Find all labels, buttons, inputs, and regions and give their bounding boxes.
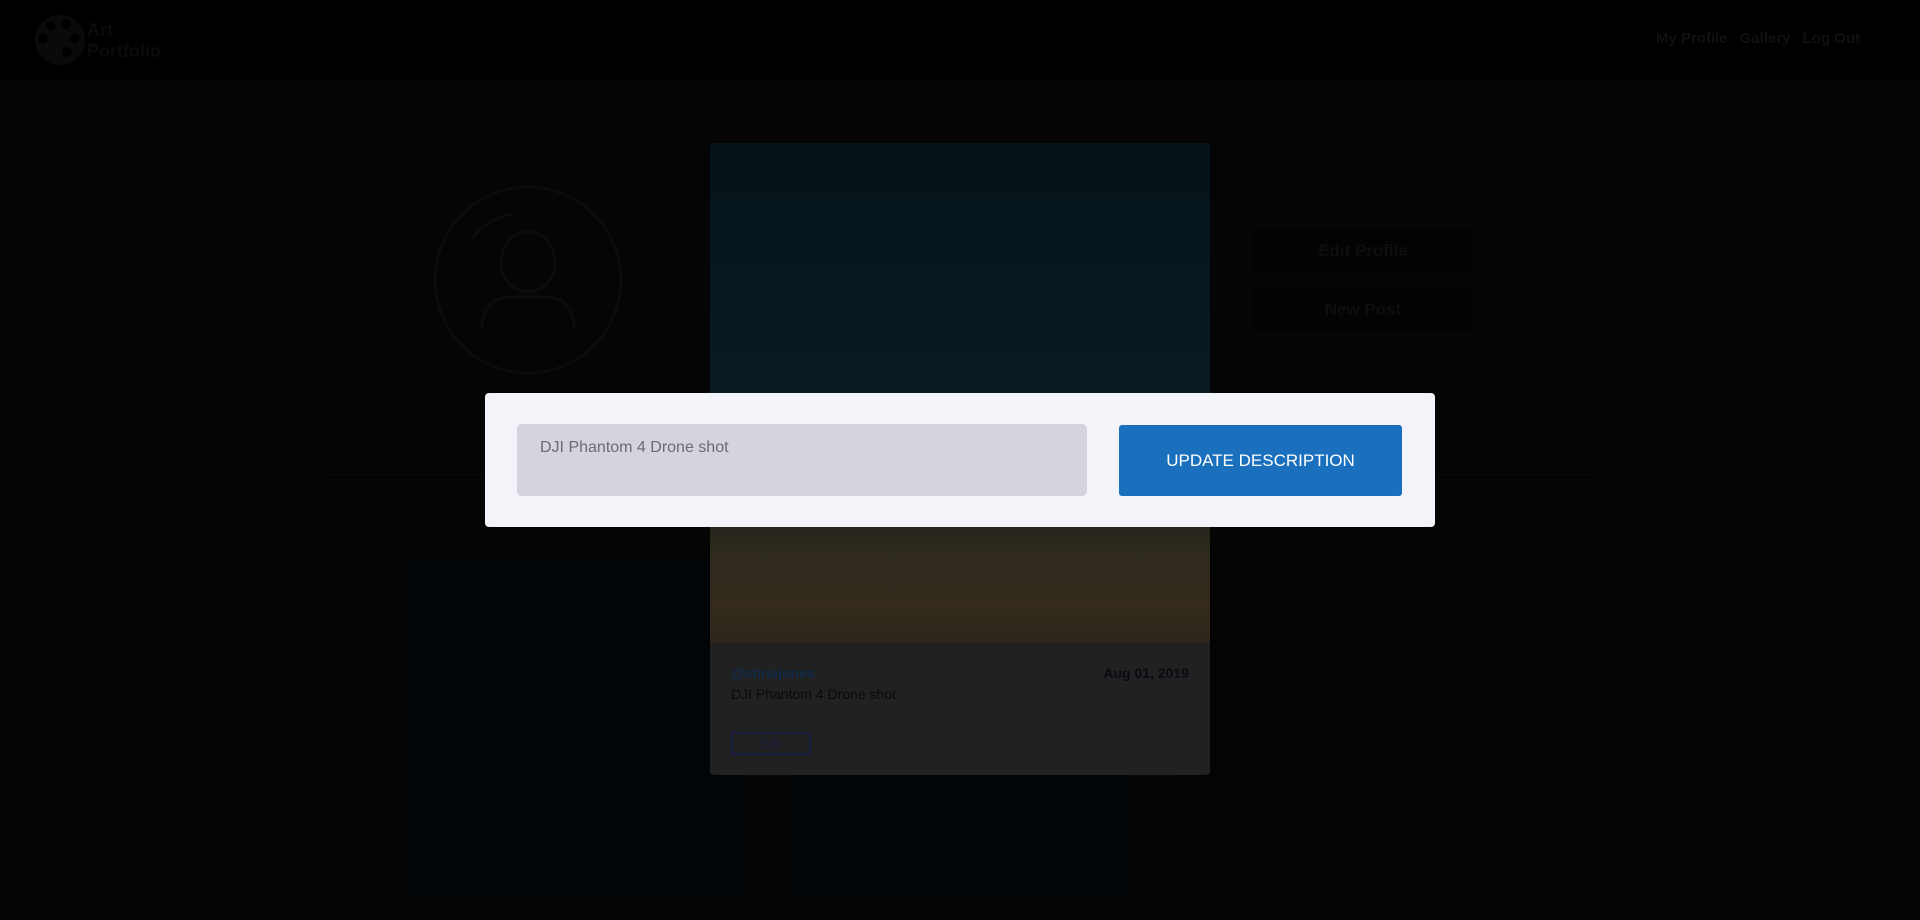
description-input[interactable] <box>517 424 1087 496</box>
edit-profile-button[interactable]: Edit Profile <box>1253 229 1473 273</box>
gallery-thumbnail[interactable] <box>1176 561 1512 895</box>
post-description: DJI Phantom 4 Drone shot <box>731 686 896 702</box>
palette-logo-icon[interactable] <box>34 14 86 66</box>
update-description-button[interactable]: UPDATE DESCRIPTION <box>1119 425 1402 496</box>
nav-gallery[interactable]: Gallery <box>1740 30 1791 47</box>
edit-description-modal: UPDATE DESCRIPTION <box>485 393 1435 527</box>
new-post-button[interactable]: New Post <box>1253 288 1473 332</box>
nav-log-out[interactable]: Log Out <box>1803 30 1860 47</box>
post-username[interactable]: @chrisjones <box>731 665 815 681</box>
nav: My Profile Gallery Log Out <box>1656 30 1860 47</box>
logo-text[interactable]: Art Portfolio <box>87 20 161 62</box>
post-date: Aug 01, 2019 <box>1103 665 1189 681</box>
logo-line-2: Portfolio <box>87 41 161 61</box>
edit-post-button[interactable]: Edit <box>731 732 811 755</box>
header: Art Portfolio My Profile Gallery Log Out <box>0 0 1920 80</box>
nav-my-profile[interactable]: My Profile <box>1656 30 1728 47</box>
avatar-user-icon <box>433 185 623 375</box>
logo-line-1: Art <box>87 20 113 40</box>
gallery-thumbnail[interactable] <box>408 561 744 895</box>
post-footer: @chrisjones Aug 01, 2019 DJI Phantom 4 D… <box>710 643 1210 775</box>
